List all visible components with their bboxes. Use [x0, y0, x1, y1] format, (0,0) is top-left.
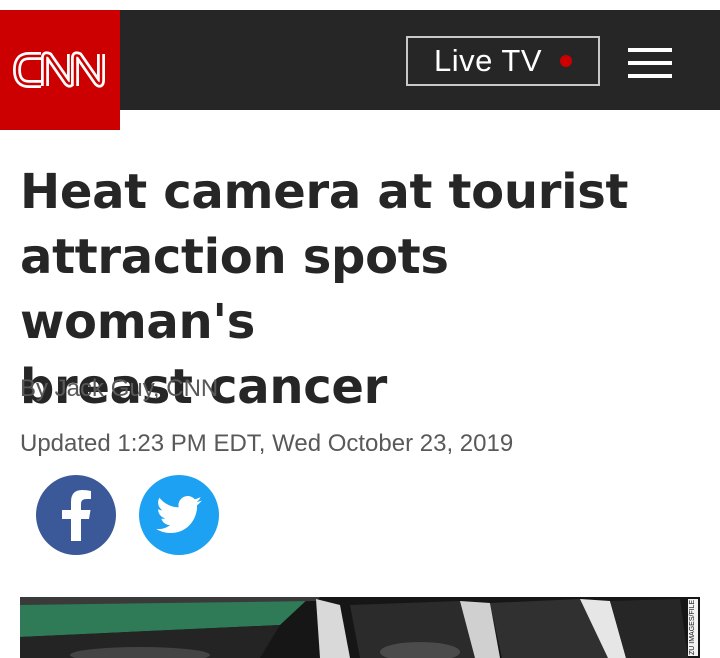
twitter-icon	[156, 496, 202, 534]
headline-line: Heat camera at tourist	[20, 164, 629, 220]
article-timestamp: Updated 1:23 PM EDT, Wed October 23, 201…	[20, 430, 514, 457]
image-credit: ZU IMAGES/FILE	[688, 599, 698, 656]
twitter-share-button[interactable]	[139, 475, 219, 555]
live-tv-button[interactable]: Live TV	[406, 36, 600, 86]
menu-line	[628, 48, 672, 52]
menu-line	[628, 74, 672, 78]
facebook-icon	[62, 490, 91, 541]
article-hero-image: ZU IMAGES/FILE	[20, 597, 700, 658]
live-indicator-dot-icon	[560, 55, 573, 67]
hamburger-menu-button[interactable]	[628, 48, 672, 78]
cnn-logo-mark	[12, 51, 105, 88]
hero-image-thermal-scan	[20, 597, 700, 658]
facebook-share-button[interactable]	[36, 475, 116, 555]
article-byline: By Jack Guy, CNN	[20, 375, 219, 402]
cnn-logo[interactable]	[0, 10, 120, 130]
headline-line: attraction spots woman's	[20, 229, 449, 350]
live-tv-label: Live TV	[433, 43, 543, 78]
menu-line	[628, 61, 672, 65]
